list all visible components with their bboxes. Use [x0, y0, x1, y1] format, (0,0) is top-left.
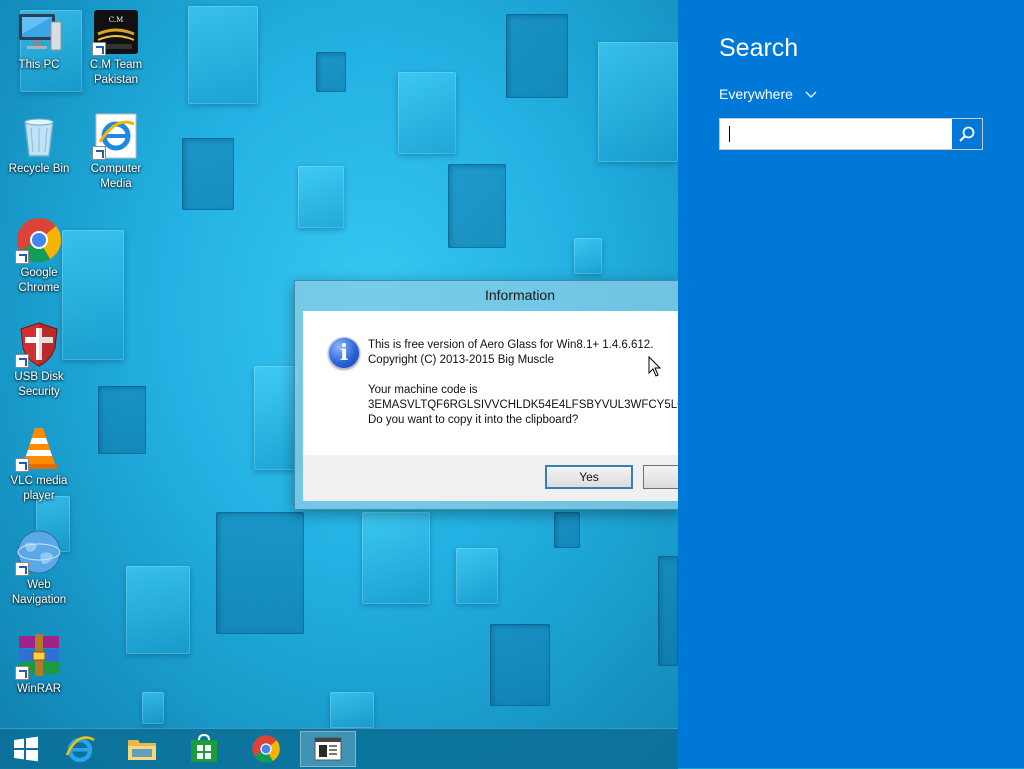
folder-icon — [128, 740, 156, 760]
vlc-icon — [15, 424, 63, 472]
wallpaper-tile — [188, 6, 258, 104]
desktop-icon-label: USB Disk Security — [14, 371, 64, 398]
this-pc-icon — [15, 8, 63, 56]
taskbar-store[interactable] — [176, 731, 232, 767]
mouse-cursor-icon — [648, 356, 662, 377]
shortcut-arrow-icon — [92, 42, 106, 56]
no-button[interactable] — [643, 465, 678, 489]
wallpaper-tile — [398, 72, 456, 154]
cm-team-icon: C.M — [92, 8, 140, 56]
wallpaper-tile — [182, 138, 234, 210]
winrar-icon — [15, 632, 63, 680]
window-app-icon — [314, 737, 342, 761]
wallpaper-tile — [142, 692, 164, 724]
chrome-icon — [15, 216, 63, 264]
desktop-icon-label: Computer Media — [90, 163, 142, 190]
start-button[interactable] — [0, 731, 54, 767]
yes-button[interactable]: Yes — [545, 465, 633, 489]
chevron-down-icon — [805, 91, 817, 99]
shortcut-arrow-icon — [15, 250, 29, 264]
wallpaper-tile — [216, 512, 304, 634]
search-scope-dropdown[interactable]: Everywhere — [719, 86, 817, 102]
wallpaper-tile — [574, 238, 602, 274]
taskbar-google-chrome[interactable] — [238, 731, 294, 767]
dialog-message-question: Do you want to copy it into the clipboar… — [368, 414, 579, 426]
wallpaper-tile — [316, 52, 346, 92]
dialog-message-version: This is free version of Aero Glass for W… — [368, 339, 654, 351]
desktop-icon-google-chrome[interactable]: Google Chrome — [2, 216, 76, 296]
search-heading: Search — [719, 34, 799, 62]
dialog-body: i This is free version of Aero Glass for… — [303, 311, 678, 455]
dialog-footer: Yes — [303, 455, 678, 501]
internet-explorer-icon — [92, 112, 140, 160]
search-icon — [959, 126, 975, 142]
desktop-icon-label: This PC — [18, 59, 60, 71]
store-icon — [191, 734, 217, 762]
search-button[interactable] — [951, 119, 982, 149]
taskbar-internet-explorer[interactable] — [52, 731, 108, 767]
info-icon: i — [328, 337, 360, 369]
information-dialog: Information i This is free version of Ae… — [294, 280, 678, 510]
wallpaper-tile — [330, 692, 374, 728]
shortcut-arrow-icon — [15, 562, 29, 576]
dialog-message-machine-code-label: Your machine code is — [368, 384, 478, 396]
desktop-icon-cm-team[interactable]: C.M C.M Team Pakistan — [79, 8, 153, 88]
dialog-title: Information — [484, 287, 556, 303]
shortcut-arrow-icon — [15, 458, 29, 472]
desktop-icon-winrar[interactable]: WinRAR — [2, 632, 76, 697]
dialog-machine-code: 3EMASVLTQF6RGLSIVVCHLDK54E4LFSBYVUL3WFCY… — [368, 399, 678, 411]
search-input[interactable] — [720, 119, 952, 149]
desktop-icon-usb-disk-security[interactable]: USB Disk Security — [2, 320, 76, 400]
search-scope-label: Everywhere — [719, 86, 793, 102]
taskbar-running-app[interactable] — [300, 731, 356, 767]
wallpaper-tile — [658, 556, 678, 666]
taskbar — [0, 728, 678, 769]
internet-explorer-icon — [65, 736, 95, 763]
desktop-icon-this-pc[interactable]: This PC — [2, 8, 76, 73]
desktop-icon-label: Google Chrome — [18, 267, 60, 294]
dialog-message-copyright: Copyright (C) 2013-2015 Big Muscle — [368, 354, 555, 366]
wallpaper-tile — [554, 512, 580, 548]
desktop-icon-label: C.M Team Pakistan — [89, 59, 143, 86]
desktop: This PC C.M C.M Team Pakistan Recycle Bi… — [0, 0, 678, 768]
windows-logo-icon — [14, 736, 38, 762]
text-caret — [729, 126, 730, 142]
taskbar-file-explorer[interactable] — [114, 731, 170, 767]
wallpaper-tile — [298, 166, 344, 228]
desktop-icon-vlc[interactable]: VLC media player — [2, 424, 76, 504]
desktop-icon-web-navigation[interactable]: Web Navigation — [2, 528, 76, 608]
shortcut-arrow-icon — [15, 354, 29, 368]
cm-logo-text: C.M — [109, 16, 124, 24]
wallpaper-tile — [598, 42, 678, 162]
shortcut-arrow-icon — [92, 146, 106, 160]
wallpaper-tile — [254, 366, 298, 470]
shortcut-arrow-icon — [15, 666, 29, 680]
desktop-icon-label: VLC media player — [10, 475, 68, 502]
recycle-bin-icon — [15, 112, 63, 160]
wallpaper-tile — [362, 512, 430, 604]
chrome-icon — [252, 735, 280, 763]
desktop-icon-recycle-bin[interactable]: Recycle Bin — [2, 112, 76, 177]
wallpaper-tile — [456, 548, 498, 604]
wallpaper-tile — [448, 164, 506, 248]
desktop-icon-label: Web Navigation — [11, 579, 67, 606]
wallpaper-tile — [98, 386, 146, 454]
desktop-icon-label: Recycle Bin — [8, 163, 70, 175]
wallpaper-tile — [126, 566, 190, 654]
globe-icon — [15, 528, 63, 576]
wallpaper-tile — [490, 624, 550, 706]
desktop-icon-label: WinRAR — [16, 683, 62, 695]
search-box — [719, 118, 983, 150]
desktop-icon-computer-media[interactable]: Computer Media — [79, 112, 153, 192]
wallpaper-tile — [506, 14, 568, 98]
usb-shield-icon — [15, 320, 63, 368]
search-charm-panel: Search Everywhere — [678, 0, 1024, 768]
